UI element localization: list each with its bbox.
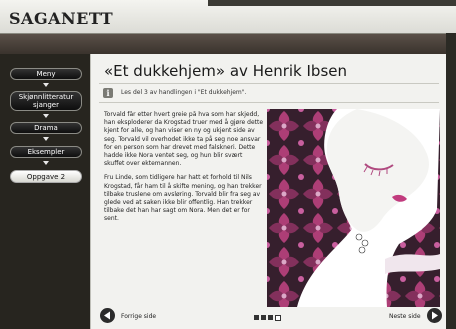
page-indicator-dot bbox=[254, 315, 259, 320]
next-page-label[interactable]: Neste side bbox=[389, 313, 421, 320]
window-edge bbox=[446, 33, 456, 329]
info-text: Les del 3 av handlingen i "Et dukkehjem"… bbox=[121, 89, 247, 96]
divider bbox=[99, 83, 439, 84]
nora-illustration bbox=[267, 109, 440, 307]
page-title: «Et dukkehjem» av Henrik Ibsen bbox=[104, 62, 347, 80]
chevron-down-icon bbox=[43, 137, 49, 141]
page-footer: Forrige side Neste side bbox=[90, 303, 446, 329]
sidebar: Meny Skjønnlitteratur sjanger Drama Ekse… bbox=[0, 54, 90, 329]
prev-page-label[interactable]: Forrige side bbox=[121, 313, 156, 320]
header-band bbox=[0, 34, 456, 54]
sidebar-item-label: Oppgave 2 bbox=[26, 172, 66, 181]
sidebar-item-oppgave-2[interactable]: Oppgave 2 bbox=[10, 170, 82, 183]
content-panel: «Et dukkehjem» av Henrik Ibsen i Les del… bbox=[90, 54, 447, 329]
sidebar-item-label: Meny bbox=[36, 70, 56, 78]
app-header: SAGANETT bbox=[0, 0, 456, 34]
next-page-button[interactable] bbox=[427, 308, 442, 323]
sidebar-item-skjonnlitteratur[interactable]: Skjønnlitteratur sjanger bbox=[10, 91, 82, 111]
chevron-down-icon bbox=[43, 161, 49, 165]
illustration-image bbox=[267, 109, 440, 307]
page-indicator-dot bbox=[275, 315, 281, 321]
app-logo: SAGANETT bbox=[9, 9, 114, 28]
paragraph: Fru Linde, som tidligere har hatt et for… bbox=[104, 174, 262, 223]
sidebar-item-drama[interactable]: Drama bbox=[10, 122, 82, 134]
sidebar-item-meny[interactable]: Meny bbox=[10, 68, 82, 80]
paragraph: Torvald får etter hvert greie på hva som… bbox=[104, 111, 264, 168]
chevron-down-icon bbox=[43, 83, 49, 87]
info-bar: i Les del 3 av handlingen i "Et dukkehje… bbox=[99, 85, 439, 103]
sidebar-item-eksempler[interactable]: Eksempler bbox=[10, 146, 82, 158]
chevron-down-icon bbox=[43, 114, 49, 118]
reading-text: Torvald får etter hvert greie på hva som… bbox=[104, 111, 264, 311]
arrow-right-icon bbox=[432, 311, 438, 320]
page-indicator-dot bbox=[261, 315, 266, 320]
info-icon: i bbox=[103, 88, 113, 98]
page-indicator-dot bbox=[268, 315, 273, 320]
header-tab-strip bbox=[208, 0, 456, 6]
sidebar-item-label: Drama bbox=[34, 124, 58, 132]
prev-page-button[interactable] bbox=[100, 308, 115, 323]
sidebar-item-label: Eksempler bbox=[27, 148, 65, 156]
arrow-left-icon bbox=[104, 311, 110, 320]
sidebar-item-label: Skjønnlitteratur sjanger bbox=[18, 93, 74, 109]
